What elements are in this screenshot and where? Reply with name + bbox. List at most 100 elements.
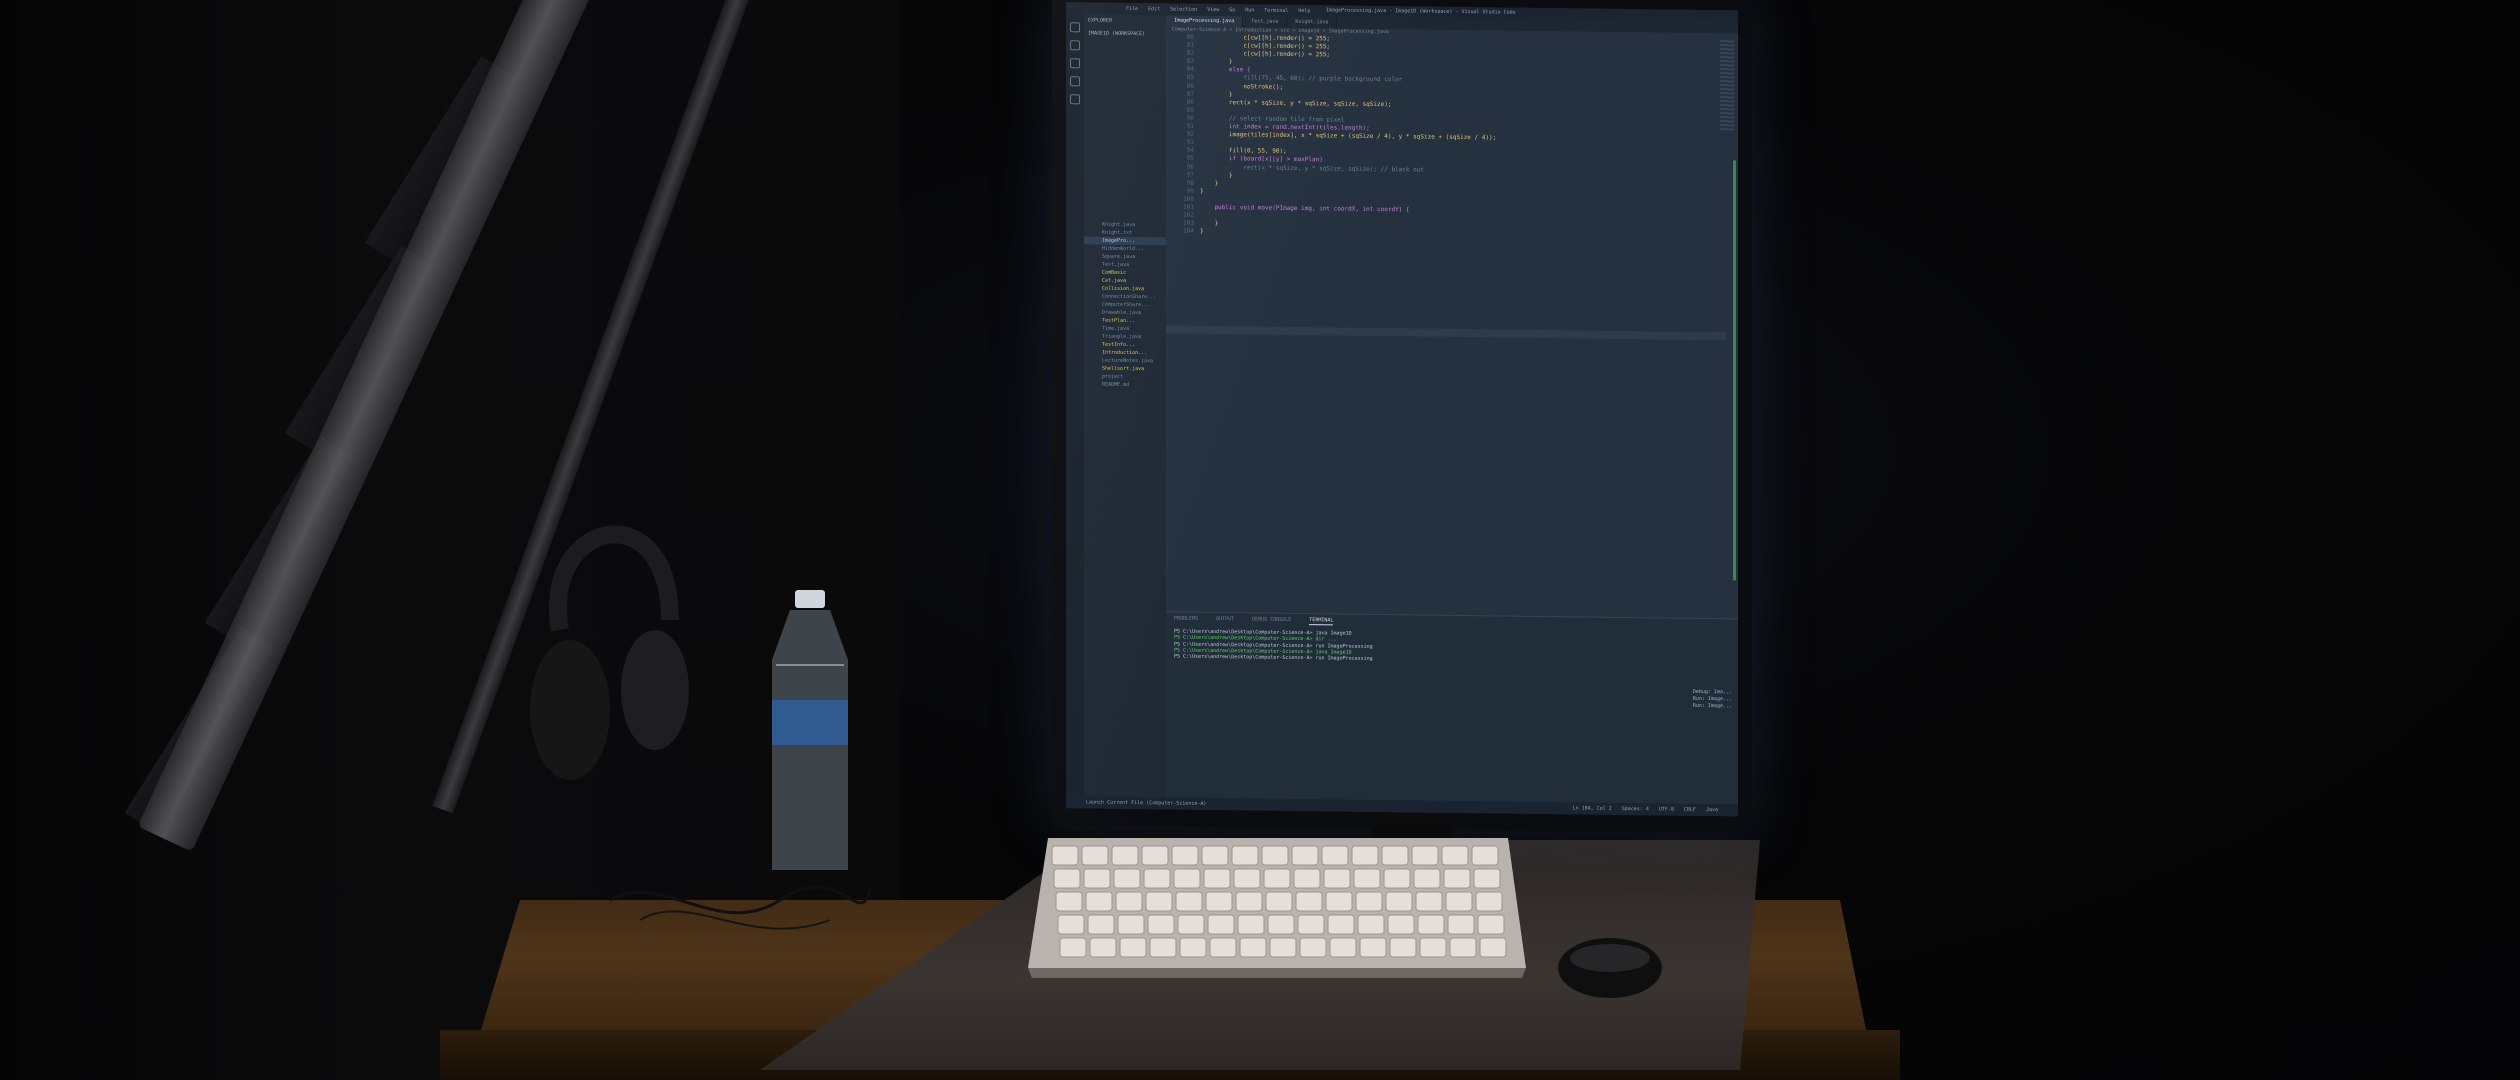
keycap <box>1441 845 1469 866</box>
panel-tab-terminal[interactable]: TERMINAL <box>1309 617 1334 626</box>
status-item[interactable]: Ln 104, Col 2 <box>1573 805 1612 812</box>
editor-scrollbar[interactable] <box>1733 160 1736 581</box>
keycap <box>1239 937 1267 958</box>
line-numbers: 80 81 82 83 84 85 86 87 88 89 90 91 92 93 94 95 96 97 98 99… <box>1166 33 1194 236</box>
tree-item[interactable]: README.md <box>1084 380 1166 389</box>
headphones <box>530 525 689 780</box>
panel-tab-problems[interactable]: PROBLEMS <box>1174 615 1198 623</box>
keycap <box>1263 868 1291 889</box>
keycap <box>1081 845 1109 866</box>
terminal-output[interactable]: PS C:\Users\andrew\Desktop\Computer-Scie… <box>1174 628 1674 665</box>
keycap <box>1057 914 1085 935</box>
status-item[interactable]: Spaces: 4 <box>1622 806 1649 813</box>
keycap <box>1299 937 1327 958</box>
keycap <box>1295 891 1323 912</box>
status-item[interactable]: Java <box>1706 807 1718 814</box>
explorer-sidebar: EXPLORER IMAGE1D (WORKSPACE) Knight.java… <box>1084 14 1166 798</box>
keycap <box>1471 845 1499 866</box>
keycap <box>1473 868 1501 889</box>
tab-test[interactable]: Test.java <box>1243 16 1288 28</box>
window-title: ImageProcessing.java - Image1D (Workspac… <box>1326 7 1516 16</box>
panel-tab-output[interactable]: OUTPUT <box>1216 616 1234 624</box>
keycap <box>1141 845 1169 866</box>
keycap <box>1051 845 1079 866</box>
keycap <box>1237 914 1265 935</box>
tab-knight[interactable]: Knight.java <box>1287 16 1338 29</box>
terminal-sessions: Debug: Ima... Run: Image... Run: Image... <box>1693 689 1732 710</box>
keycap <box>1381 845 1409 866</box>
keycap <box>1419 937 1447 958</box>
activity-bar <box>1066 14 1084 797</box>
menu-view[interactable]: View <box>1207 7 1219 14</box>
keycap <box>1087 914 1115 935</box>
keycap <box>1329 937 1357 958</box>
keycap <box>1111 845 1139 866</box>
keycap <box>1171 845 1199 866</box>
file-tree: Knight.java Knight.txt ImagePro... HiddenWo… <box>1084 220 1166 389</box>
menu-selection[interactable]: Selection <box>1170 6 1197 13</box>
keycap <box>1479 937 1507 958</box>
keycap <box>1449 937 1477 958</box>
menu-terminal[interactable]: Terminal <box>1264 7 1288 14</box>
keycap <box>1413 868 1441 889</box>
terminal-panel: PROBLEMS OUTPUT DEBUG CONSOLE TERMINAL P… <box>1166 611 1738 810</box>
keycap <box>1293 868 1321 889</box>
panel-tab-debug-console[interactable]: DEBUG CONSOLE <box>1252 616 1291 624</box>
keycap <box>1117 914 1145 935</box>
earbud-cable <box>609 885 872 930</box>
keycap <box>1415 891 1443 912</box>
keycap <box>1147 914 1175 935</box>
keycap <box>1297 914 1325 935</box>
keycap <box>1085 891 1113 912</box>
source-control-icon[interactable] <box>1070 58 1080 69</box>
keycap <box>1207 914 1235 935</box>
keycap <box>1267 914 1295 935</box>
menu-go[interactable]: Go <box>1229 7 1235 14</box>
status-item[interactable]: CRLF <box>1684 806 1696 813</box>
search-icon[interactable] <box>1070 40 1080 51</box>
keycap <box>1231 845 1259 866</box>
monitor: File Edit Selection View Go Run Terminal… <box>1052 0 1752 834</box>
keycap <box>1053 868 1081 889</box>
tab-imageprocessing[interactable]: ImageProcessing.java <box>1166 15 1244 28</box>
menu-edit[interactable]: Edit <box>1148 6 1160 13</box>
status-launch[interactable]: Launch Current File (Computer-Science-A) <box>1086 799 1206 807</box>
menu-help[interactable]: Help <box>1298 8 1310 15</box>
minimap[interactable] <box>1720 40 1734 131</box>
keycap <box>1201 845 1229 866</box>
keycap <box>1355 891 1383 912</box>
keycap <box>1145 891 1173 912</box>
explorer-icon[interactable] <box>1070 22 1080 33</box>
keycap <box>1235 891 1263 912</box>
keycap <box>1327 914 1355 935</box>
code-editor[interactable]: 80 81 82 83 84 85 86 87 88 89 90 91 92 93 94 95 96 97 98 99… <box>1166 33 1726 610</box>
keycap <box>1205 891 1233 912</box>
keycap <box>1417 914 1445 935</box>
code-text[interactable]: c[cw][h].render() = 255; c[cw][h].render… <box>1200 34 1496 240</box>
keycap <box>1175 891 1203 912</box>
keycap <box>1411 845 1439 866</box>
keycap <box>1387 914 1415 935</box>
run-debug-icon[interactable] <box>1070 76 1080 87</box>
menu-run[interactable]: Run <box>1245 7 1254 14</box>
keycap <box>1443 868 1471 889</box>
keycap <box>1353 868 1381 889</box>
keycap <box>1261 845 1289 866</box>
menu-file[interactable]: File <box>1126 6 1138 13</box>
keycap <box>1083 868 1111 889</box>
sidebar-title: EXPLORER <box>1088 17 1113 24</box>
extensions-icon[interactable] <box>1070 94 1080 105</box>
terminal-session-item[interactable]: Run: Image... <box>1693 703 1732 710</box>
workspace-section[interactable]: IMAGE1D (WORKSPACE) <box>1084 27 1166 41</box>
keycap <box>1383 868 1411 889</box>
keycap <box>1203 868 1231 889</box>
keycap <box>1059 937 1087 958</box>
keycap <box>1323 868 1351 889</box>
status-item[interactable]: UTF-8 <box>1659 806 1674 813</box>
keycap <box>1475 891 1503 912</box>
mouse <box>1558 938 1662 998</box>
keycap <box>1173 868 1201 889</box>
water-bottle <box>772 590 848 870</box>
keycap <box>1359 937 1387 958</box>
keycap <box>1055 891 1083 912</box>
